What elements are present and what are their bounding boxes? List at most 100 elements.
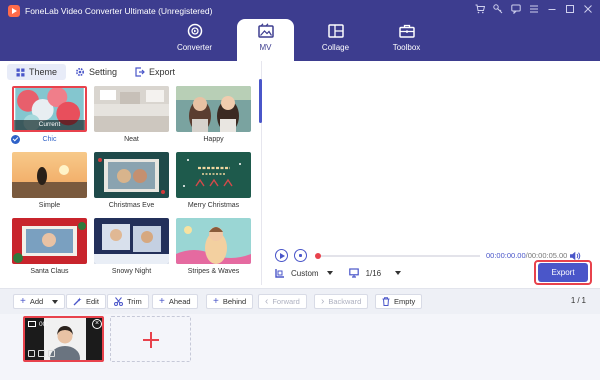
- forward-button[interactable]: ‹ Forward: [258, 294, 307, 309]
- theme-thumbnail: [176, 152, 251, 198]
- tab-collage-label: Collage: [321, 43, 350, 52]
- theme-santa-claus[interactable]: Santa Claus: [12, 218, 87, 275]
- theme-thumbnail: Current: [12, 86, 87, 132]
- edit-button[interactable]: Edit: [66, 294, 106, 309]
- theme-merry-christmas[interactable]: Merry Christmas: [176, 152, 251, 209]
- chevron-down-icon[interactable]: [326, 271, 333, 275]
- theme-neat[interactable]: Neat: [94, 86, 169, 143]
- tab-setting[interactable]: Setting: [66, 64, 126, 80]
- theme-label: Chic: [42, 136, 57, 143]
- converter-icon: [187, 23, 202, 39]
- feedback-icon[interactable]: [511, 3, 521, 15]
- theme-thumbnail: [94, 86, 169, 132]
- chevron-down-icon[interactable]: [395, 271, 402, 275]
- theme-happy[interactable]: Happy: [176, 86, 251, 143]
- theme-simple[interactable]: Simple: [12, 152, 87, 209]
- tab-mv-label: MV: [259, 43, 272, 52]
- page-indicator[interactable]: 1/16: [366, 269, 382, 278]
- close-icon[interactable]: [583, 3, 592, 15]
- tab-collage[interactable]: Collage: [307, 19, 364, 61]
- tab-theme[interactable]: Theme: [7, 64, 67, 80]
- ratio-row: Custom 1/16: [271, 266, 402, 280]
- tab-converter-label: Converter: [176, 43, 213, 52]
- tab-converter[interactable]: Converter: [166, 19, 223, 61]
- theme-chic[interactable]: Current Chic: [11, 86, 87, 144]
- play-icon[interactable]: [28, 350, 35, 357]
- cart-icon[interactable]: [475, 3, 485, 15]
- clip-actions: [28, 350, 55, 357]
- add-clip-button[interactable]: [110, 316, 191, 362]
- minimize-icon[interactable]: [547, 3, 556, 15]
- forward-label: Forward: [272, 297, 300, 306]
- timeline-pager: 1/1: [570, 296, 586, 305]
- progress-track[interactable]: [318, 255, 480, 257]
- trim-label: Trim: [127, 297, 142, 306]
- monitor-icon: [348, 268, 359, 278]
- edit-label: Edit: [86, 297, 99, 306]
- theme-thumbnail: [94, 152, 169, 198]
- edit-icon[interactable]: [38, 350, 45, 357]
- empty-button[interactable]: Empty: [375, 294, 423, 309]
- collage-icon: [327, 24, 344, 38]
- trim-button[interactable]: Trim: [107, 294, 149, 309]
- behind-label: Behind: [222, 297, 247, 306]
- empty-label: Empty: [394, 297, 416, 306]
- tab-export-label: Export: [149, 67, 176, 77]
- chevron-down-icon[interactable]: [52, 299, 59, 304]
- window-controls: [475, 3, 592, 15]
- tab-setting-label: Setting: [89, 67, 118, 77]
- theme-label: Simple: [38, 202, 61, 209]
- theme-scrollbar[interactable]: [259, 79, 262, 123]
- pager-total: 1: [581, 296, 586, 305]
- key-icon[interactable]: [493, 3, 503, 15]
- add-label: Add: [29, 297, 44, 306]
- theme-grid: Current Chic Neat Happy Simple Christmas…: [11, 86, 255, 282]
- backward-label: Backward: [328, 297, 362, 306]
- image-icon: [28, 321, 36, 327]
- trash-icon: [382, 297, 390, 306]
- tab-toolbox[interactable]: Toolbox: [378, 19, 435, 61]
- theme-panel: Theme Setting Export Current Chic Neat H…: [7, 61, 262, 285]
- tab-export[interactable]: Export: [126, 64, 184, 80]
- timeline-clip[interactable]: 00: ×: [23, 316, 104, 362]
- current-badge: Current: [14, 120, 85, 130]
- menu-icon[interactable]: [529, 3, 538, 15]
- theme-label: Happy: [203, 136, 224, 143]
- theme-label: Santa Claus: [30, 268, 69, 275]
- add-button[interactable]: + Add: [13, 294, 66, 309]
- aspect-ratio-icon: [275, 269, 284, 278]
- export-button[interactable]: Export: [538, 263, 588, 282]
- subtabs: Theme Setting Export: [7, 64, 184, 81]
- theme-label: Christmas Eve: [108, 202, 155, 209]
- maximize-icon[interactable]: [565, 3, 574, 15]
- stop-icon[interactable]: [294, 249, 307, 262]
- check-icon: [11, 135, 20, 144]
- theme-thumbnail: [176, 86, 251, 132]
- close-icon[interactable]: ×: [92, 319, 102, 329]
- current-time: 00:00:00.00: [486, 251, 526, 260]
- theme-label: Stripes & Waves: [187, 268, 240, 275]
- behind-button[interactable]: + Behind: [206, 294, 254, 309]
- theme-thumbnail: [94, 218, 169, 264]
- tab-theme-label: Theme: [29, 67, 58, 77]
- theme-snowy-night[interactable]: Snowy Night: [94, 218, 169, 275]
- magic-wand-icon: [73, 297, 82, 306]
- timecode: 00:00:00.00/00:00:05.00: [486, 251, 568, 260]
- theme-label: Snowy Night: [111, 268, 152, 275]
- gear-icon: [76, 67, 85, 77]
- video-preview: [267, 61, 592, 246]
- ratio-select[interactable]: Custom: [291, 269, 319, 278]
- theme-thumbnail: [176, 218, 251, 264]
- theme-stripes-waves[interactable]: Stripes & Waves: [176, 218, 251, 275]
- play-icon[interactable]: [275, 249, 288, 262]
- timeline-toolbar: + Add Edit Trim + Ahead + Behind ‹ Forwa…: [0, 288, 600, 314]
- plus-icon: +: [20, 295, 26, 307]
- clip-duration: 00:: [39, 321, 49, 328]
- tab-mv[interactable]: MV: [237, 19, 294, 61]
- backward-button[interactable]: › Backward: [314, 294, 369, 309]
- ahead-button[interactable]: + Ahead: [152, 294, 198, 309]
- clock-icon[interactable]: [48, 350, 55, 357]
- progress-handle[interactable]: [315, 253, 321, 259]
- theme-label: Neat: [124, 136, 139, 143]
- theme-christmas-eve[interactable]: Christmas Eve: [94, 152, 169, 209]
